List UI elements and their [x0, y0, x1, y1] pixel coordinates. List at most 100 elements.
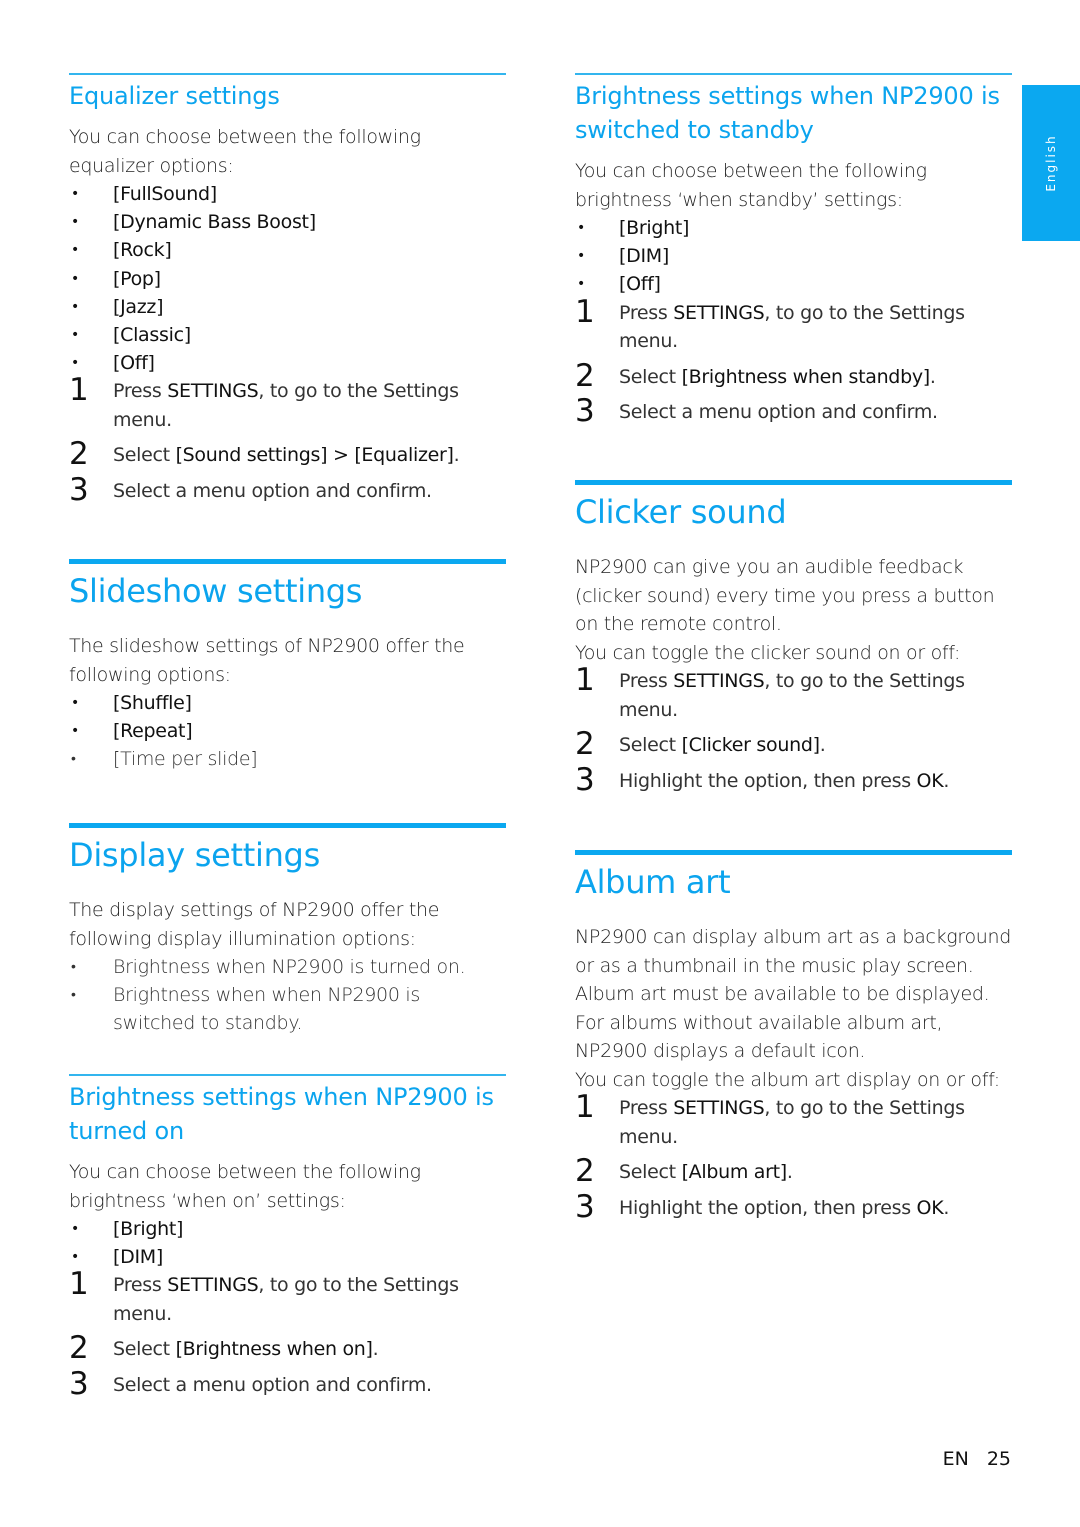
- step-emphasis: SETTINGS: [673, 301, 765, 324]
- step-text: Press: [113, 1274, 168, 1297]
- step-item: 2 Select [Clicker sound].: [575, 727, 1012, 761]
- list-item: • [Bright]: [69, 1215, 506, 1243]
- step-emphasis: OK: [916, 769, 944, 792]
- step-text-end: .: [943, 769, 950, 792]
- bullet-icon: •: [71, 186, 79, 202]
- step-number: 1: [575, 662, 595, 698]
- step-emphasis: [Brightness when standby]: [681, 365, 931, 388]
- step-emphasis: OK: [916, 1196, 944, 1219]
- bullet-icon: •: [71, 214, 79, 231]
- section-heading: Equalizer settings: [69, 82, 280, 110]
- step-item: 2 Select [Brightness when on].: [69, 1331, 506, 1365]
- list-item: • [FullSound]: [69, 180, 506, 208]
- toggle-text: You can toggle the clicker sound on or o…: [575, 641, 961, 664]
- intro-text: NP2900 can give you an audible feedback …: [575, 556, 995, 635]
- list-item-text: Brightness when NP2900 is turned on.: [113, 956, 466, 978]
- step-text-end: .: [819, 734, 826, 756]
- step-text: Highlight the option, then press: [619, 1196, 917, 1219]
- footer-language: EN: [942, 1448, 969, 1470]
- bullet-icon: •: [71, 723, 79, 740]
- bullet-icon: •: [71, 751, 76, 768]
- step-text: Select a menu option and confirm.: [619, 401, 938, 424]
- step-text: Press: [619, 301, 674, 324]
- step-item: 2 Select [Album art].: [575, 1154, 1012, 1188]
- list-item: • [Off]: [69, 349, 506, 377]
- step-emphasis: [Clicker sound]: [681, 734, 820, 756]
- section-heading: Brightness settings when NP2900 is turne…: [69, 1083, 494, 1145]
- list-item-text: [DIM]: [619, 245, 669, 268]
- step-number: 3: [69, 471, 89, 508]
- bullet-icon: •: [71, 298, 79, 315]
- album-art-section: Album art NP2900 can display album art a…: [575, 850, 1012, 1229]
- slideshow-section: Slideshow settings The slideshow setting…: [69, 559, 506, 774]
- section-heading: Album art: [575, 863, 731, 901]
- list-item: • [Jazz]: [69, 293, 506, 321]
- step-list: 1 Press SETTINGS, to go to the Settings m…: [575, 1090, 1012, 1225]
- list-item: • [Repeat]: [69, 717, 506, 745]
- option-list: • [Bright] • [DIM] • [Off]: [575, 214, 1012, 299]
- display-section: Display settings The display settings of…: [69, 823, 506, 1038]
- list-item: • [Pop]: [69, 265, 506, 293]
- bullet-icon: •: [71, 1221, 79, 1237]
- bullet-icon: •: [71, 327, 79, 344]
- brightness-standby-section: Brightness settings when NP2900 is switc…: [575, 73, 1012, 434]
- step-emphasis: SETTINGS: [167, 380, 259, 403]
- step-list: 1 Press SETTINGS, to go to the Settings m…: [69, 373, 506, 508]
- list-item-text: Brightness when when NP2900 is switched …: [113, 984, 420, 1035]
- step-emphasis: [Sound settings] > [Equalizer]: [175, 444, 454, 467]
- language-tab: English: [1022, 85, 1080, 241]
- step-item: 1 Press SETTINGS, to go to the Settings m…: [69, 1267, 506, 1328]
- section-divider: [575, 850, 1012, 855]
- section-divider: [69, 1074, 506, 1076]
- step-number: 3: [575, 393, 595, 430]
- step-number: 1: [69, 372, 89, 409]
- intro-text: The display settings of NP2900 offer the…: [69, 899, 440, 950]
- list-item: • [DIM]: [69, 1243, 506, 1271]
- list-item: • [Dynamic Bass Boost]: [69, 208, 506, 236]
- bullet-icon: •: [577, 248, 585, 265]
- step-number: 2: [69, 436, 89, 473]
- step-text-end: .: [372, 1338, 379, 1361]
- intro-text: You can choose between the following bri…: [69, 1161, 421, 1212]
- intro-text: NP2900 can display album art as a backgr…: [575, 926, 1012, 1062]
- list-item: • [Classic]: [69, 321, 506, 349]
- step-text: Select: [619, 1161, 682, 1183]
- list-item: • [DIM]: [575, 242, 1012, 270]
- intro-text: The slideshow settings of NP2900 offer t…: [69, 635, 465, 686]
- list-item: • [Bright]: [575, 214, 1012, 242]
- step-item: 3 Select a menu option and confirm.: [575, 394, 1012, 428]
- clicker-sound-section: Clicker sound NP2900 can give you an aud…: [575, 480, 1012, 802]
- step-text: Highlight the option, then press: [619, 769, 917, 792]
- bullet-icon: •: [71, 987, 76, 1004]
- step-text-end: .: [943, 1196, 950, 1219]
- section-divider: [575, 480, 1012, 485]
- step-item: 1 Press SETTINGS, to go to the Settings m…: [575, 1090, 1012, 1151]
- list-item-text: [Jazz]: [113, 295, 164, 318]
- section-heading: Brightness settings when NP2900 is switc…: [575, 82, 1000, 144]
- section-divider: [69, 73, 506, 75]
- step-number: 1: [69, 1266, 89, 1303]
- step-text: Select a menu option and confirm.: [113, 1373, 432, 1396]
- step-text-end: .: [453, 444, 460, 467]
- bullet-icon: •: [71, 959, 76, 975]
- step-text: Press: [619, 1097, 674, 1119]
- step-emphasis: [Album art]: [681, 1161, 788, 1183]
- step-number: 3: [575, 1188, 595, 1225]
- step-number: 3: [69, 1365, 89, 1402]
- step-number: 2: [69, 1330, 89, 1367]
- language-label: English: [1044, 134, 1058, 192]
- step-text: Select: [113, 1338, 176, 1361]
- list-item: • [Shuffle]: [69, 689, 506, 717]
- list-item: • [Time per slide]: [69, 745, 506, 773]
- bullet-icon: •: [577, 220, 585, 236]
- step-text: Select: [619, 365, 682, 388]
- list-item: • Brightness when when NP2900 is switched…: [69, 981, 506, 1037]
- option-list: • [Shuffle] • [Repeat] • [Time per slide]: [69, 689, 506, 774]
- step-text-end: .: [929, 365, 936, 388]
- step-list: 1 Press SETTINGS, to go to the Settings m…: [575, 663, 1012, 797]
- list-item-text: [FullSound]: [113, 183, 217, 205]
- equalizer-section: Equalizer settings You can choose betwee…: [69, 73, 506, 512]
- section-heading: Display settings: [69, 836, 320, 874]
- option-list: • [Bright] • [DIM]: [69, 1215, 506, 1271]
- step-item: 2 Select [Brightness when standby].: [575, 359, 1012, 393]
